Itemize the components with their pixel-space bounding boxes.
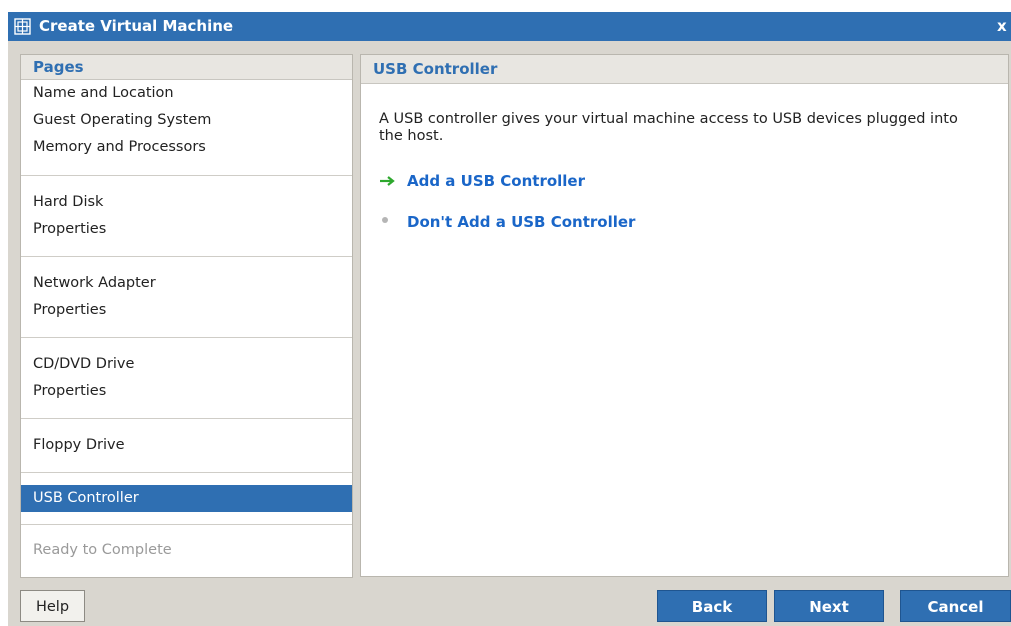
page-item-network-adapter[interactable]: Network Adapter — [21, 270, 352, 297]
page-group-floppy: Floppy Drive — [21, 419, 352, 473]
page-item-usb-controller[interactable]: USB Controller — [21, 485, 352, 512]
page-item-floppy-drive[interactable]: Floppy Drive — [21, 432, 352, 459]
content-description: A USB controller gives your virtual mach… — [379, 111, 958, 144]
page-item-guest-os[interactable]: Guest Operating System — [21, 107, 352, 134]
dont-add-usb-controller-option[interactable]: Don't Add a USB Controller — [379, 212, 635, 232]
cancel-button[interactable]: Cancel — [900, 590, 1011, 622]
help-button[interactable]: Help — [20, 590, 85, 622]
page-item-network-properties[interactable]: Properties — [21, 297, 352, 324]
page-item-cd-dvd-drive[interactable]: CD/DVD Drive — [21, 351, 352, 378]
pages-header: Pages — [21, 55, 352, 80]
page-item-name-location[interactable]: Name and Location — [21, 80, 352, 107]
arrow-icon — [379, 171, 407, 191]
add-usb-controller-label: Add a USB Controller — [407, 172, 586, 190]
dot-icon — [379, 212, 407, 232]
title-bar: Create Virtual Machine x — [8, 12, 1011, 41]
page-group-ready: Ready to Complete — [21, 525, 352, 564]
content-panel: USB Controller A USB controller gives yo… — [360, 54, 1009, 577]
close-icon[interactable]: x — [997, 14, 1011, 38]
page-group-hard-disk: Hard Disk Properties — [21, 176, 352, 257]
page-group-usb: USB Controller — [21, 473, 352, 525]
virtual-machine-icon — [14, 18, 31, 35]
page-item-cd-dvd-properties[interactable]: Properties — [21, 378, 352, 405]
next-button[interactable]: Next — [774, 590, 884, 622]
create-vm-dialog: Create Virtual Machine x Pages Name and … — [8, 12, 1011, 626]
page-item-ready-to-complete: Ready to Complete — [33, 542, 172, 558]
page-item-memory-processors[interactable]: Memory and Processors — [21, 134, 352, 161]
window-title: Create Virtual Machine — [39, 17, 234, 35]
page-group-network: Network Adapter Properties — [21, 257, 352, 338]
page-item-hard-disk[interactable]: Hard Disk — [21, 189, 352, 216]
page-item-hard-disk-properties[interactable]: Properties — [21, 216, 352, 243]
page-group-general: Name and Location Guest Operating System… — [21, 80, 352, 176]
dont-add-usb-controller-label: Don't Add a USB Controller — [407, 213, 636, 231]
content-header: USB Controller — [361, 55, 1008, 84]
page-group-cd-dvd: CD/DVD Drive Properties — [21, 338, 352, 419]
add-usb-controller-option[interactable]: Add a USB Controller — [379, 171, 585, 191]
back-button[interactable]: Back — [657, 590, 767, 622]
pages-panel: Pages Name and Location Guest Operating … — [20, 54, 353, 578]
